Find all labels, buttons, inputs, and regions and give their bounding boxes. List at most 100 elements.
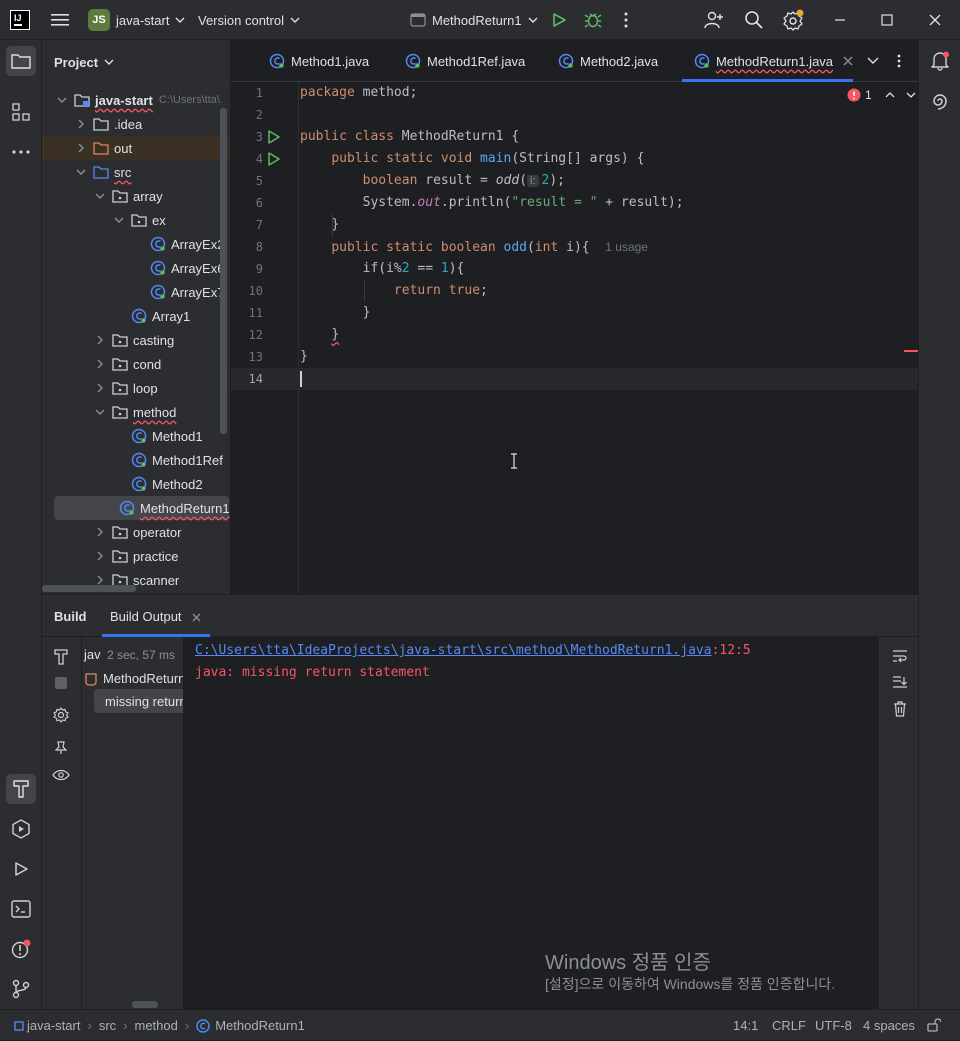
close-tab-icon[interactable] xyxy=(192,613,201,622)
tree-item-arrayex6[interactable]: ArrayEx6 xyxy=(42,256,230,280)
project-tool-button[interactable] xyxy=(6,46,36,76)
chevron-down-icon[interactable] xyxy=(94,406,106,418)
tree-item-label: java-start xyxy=(95,92,153,108)
pin-icon[interactable] xyxy=(55,741,67,755)
tree-item-loop[interactable]: loop xyxy=(42,376,230,400)
tree-item-arrayex7[interactable]: ArrayEx7 xyxy=(42,280,230,304)
chevron-down-icon[interactable] xyxy=(94,190,106,202)
build-panel: Build Build Output jav 2 sec, 57 ms Meth… xyxy=(42,594,918,1010)
tree-item-method2[interactable]: Method2 xyxy=(42,472,230,496)
git-tool-button[interactable] xyxy=(6,974,36,1004)
breadcrumb-item-src[interactable]: src xyxy=(99,1018,116,1033)
chevron-right-icon[interactable] xyxy=(75,118,87,130)
file-encoding[interactable]: UTF-8 xyxy=(815,1018,852,1033)
eye-icon[interactable] xyxy=(52,769,70,781)
chevron-right-icon[interactable] xyxy=(94,358,106,370)
tree-item-array1[interactable]: Array1 xyxy=(42,304,230,328)
chevron-right-icon[interactable] xyxy=(94,334,106,346)
tree-item-java-start[interactable]: java-start C:\Users\tta\ xyxy=(42,88,230,112)
breadcrumb-item-class[interactable]: MethodReturn1 xyxy=(215,1018,305,1033)
search-button[interactable] xyxy=(744,0,764,40)
breadcrumb-item-project[interactable]: java-start xyxy=(27,1018,80,1033)
run-gutter-icon[interactable] xyxy=(267,152,281,166)
problems-tool-button[interactable] xyxy=(6,934,36,964)
chevron-down-icon[interactable] xyxy=(113,214,125,226)
tabs-more-button[interactable] xyxy=(897,40,901,82)
run-tool-button[interactable] xyxy=(6,854,36,884)
tab-method1[interactable]: Method1.java xyxy=(269,40,369,82)
tab-methodreturn1[interactable]: MethodReturn1.java xyxy=(682,40,853,82)
minimize-button[interactable] xyxy=(834,0,846,40)
terminal-tool-button[interactable] xyxy=(6,894,36,924)
settings-button[interactable] xyxy=(783,0,805,40)
services-tool-button[interactable] xyxy=(6,814,36,844)
more-tools-button[interactable] xyxy=(6,137,36,167)
line-number: 5 xyxy=(255,174,263,188)
build-output-console[interactable]: C:\Users\tta\IdeaProjects\java-start\src… xyxy=(183,637,878,1010)
debug-button[interactable] xyxy=(584,0,602,40)
tree-horizontal-scrollbar[interactable] xyxy=(42,585,136,592)
tree-item-array[interactable]: array xyxy=(42,184,230,208)
vcs-label: Version control xyxy=(198,12,284,28)
chevron-right-icon[interactable] xyxy=(94,382,106,394)
chevron-down-icon[interactable] xyxy=(75,166,87,178)
breadcrumb-item-package[interactable]: method xyxy=(135,1018,178,1033)
gear-icon[interactable] xyxy=(53,707,69,723)
tree-item-ex[interactable]: ex xyxy=(42,208,230,232)
main-menu-button[interactable] xyxy=(50,0,70,40)
more-actions-button[interactable] xyxy=(624,0,628,40)
tree-item-src[interactable]: src xyxy=(42,160,230,184)
maximize-button[interactable] xyxy=(881,0,893,40)
usage-hint[interactable]: 1 usage xyxy=(605,240,648,254)
tree-item-casting[interactable]: casting xyxy=(42,328,230,352)
run-gutter-icon[interactable] xyxy=(267,130,281,144)
intellij-logo[interactable]: IJ xyxy=(10,0,30,40)
tree-item-cond[interactable]: cond xyxy=(42,352,230,376)
code-token: public class xyxy=(300,129,394,144)
stop-icon[interactable] xyxy=(55,677,67,689)
trash-icon[interactable] xyxy=(893,701,907,717)
build-tree-file[interactable]: MethodReturn1 xyxy=(84,671,183,686)
scroll-to-end-icon[interactable] xyxy=(892,675,908,689)
close-tab-icon[interactable] xyxy=(843,56,853,66)
tabs-dropdown-button[interactable] xyxy=(867,40,879,82)
unlock-icon[interactable] xyxy=(927,1018,941,1032)
tree-item-practice[interactable]: practice xyxy=(42,544,230,568)
code-area[interactable]: 1 package method; 2 3 public class Metho… xyxy=(231,82,918,412)
caret-position[interactable]: 14:1 xyxy=(733,1018,758,1033)
line-separator[interactable]: CRLF xyxy=(772,1018,806,1033)
chevron-down-icon[interactable] xyxy=(56,94,68,106)
chevron-right-icon[interactable] xyxy=(94,550,106,562)
tree-item-idea[interactable]: .idea xyxy=(42,112,230,136)
tab-method2[interactable]: Method2.java xyxy=(558,40,658,82)
build-tool-button[interactable] xyxy=(6,774,36,804)
hammer-icon[interactable] xyxy=(54,649,68,665)
notifications-button[interactable] xyxy=(925,46,955,76)
run-button[interactable] xyxy=(551,0,567,40)
tree-item-operator[interactable]: operator xyxy=(42,520,230,544)
tab-method1ref[interactable]: Method1Ref.java xyxy=(405,40,525,82)
project-widget[interactable]: JS java-start xyxy=(88,0,185,40)
tree-item-methodreturn1[interactable]: MethodReturn1 xyxy=(54,496,230,520)
tree-item-arrayex2[interactable]: ArrayEx2 xyxy=(42,232,230,256)
run-config-selector[interactable]: MethodReturn1 xyxy=(410,0,538,40)
build-tree-root[interactable]: jav 2 sec, 57 ms xyxy=(84,647,175,662)
chevron-right-icon[interactable] xyxy=(75,142,87,154)
build-tree-error[interactable]: missing return statement xyxy=(94,689,183,713)
tree-item-out[interactable]: out xyxy=(42,136,230,160)
close-window-button[interactable] xyxy=(929,0,941,40)
ai-assistant-button[interactable] xyxy=(925,86,955,116)
structure-tool-button[interactable] xyxy=(6,97,36,127)
chevron-right-icon[interactable] xyxy=(94,526,106,538)
tree-item-method1[interactable]: Method1 xyxy=(42,424,230,448)
output-file-link[interactable]: C:\Users\tta\IdeaProjects\java-start\src… xyxy=(195,643,712,658)
vcs-widget[interactable]: Version control xyxy=(198,0,300,40)
error-stripe-mark[interactable] xyxy=(904,350,918,352)
tree-item-method1ref[interactable]: Method1Ref xyxy=(42,448,230,472)
tree-item-method[interactable]: method xyxy=(42,400,230,424)
soft-wrap-icon[interactable] xyxy=(892,649,908,663)
build-tree-scrollbar[interactable] xyxy=(132,1001,158,1008)
indent-setting[interactable]: 4 spaces xyxy=(863,1018,915,1033)
tree-vertical-scrollbar[interactable] xyxy=(220,108,227,434)
code-with-me-button[interactable] xyxy=(704,0,724,40)
